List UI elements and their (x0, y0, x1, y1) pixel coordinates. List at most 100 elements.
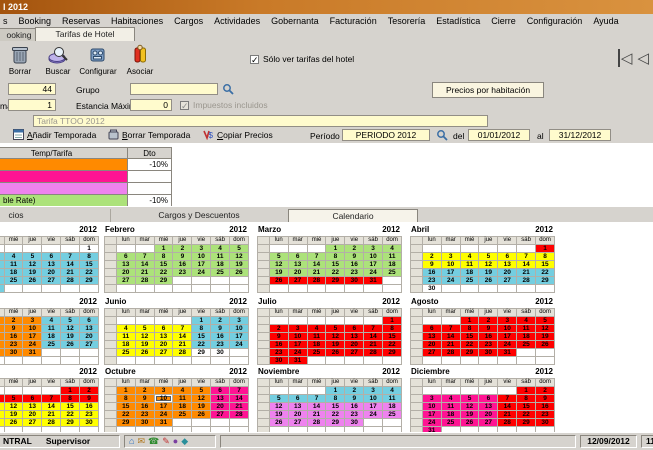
season-name-cell[interactable] (0, 183, 128, 195)
calendar-day-cell[interactable]: 19 (535, 332, 555, 341)
calendar-day-cell[interactable]: 27 (115, 276, 136, 285)
calendar-day-cell[interactable]: 23 (478, 340, 499, 349)
calendar-day-cell[interactable]: 11 (172, 394, 193, 403)
calendar-day-cell[interactable]: 27 (478, 418, 499, 427)
date-to-field[interactable]: 31/12/2012 (549, 129, 611, 141)
edit-icon[interactable]: ✎ (162, 437, 170, 446)
calendar-day-cell[interactable]: 12 (22, 260, 43, 269)
calendar-day-cell[interactable]: 23 (210, 340, 231, 349)
calendar-day-cell[interactable]: 22 (459, 340, 480, 349)
calendar-day-cell[interactable]: 28 (134, 276, 155, 285)
calendar-day-cell[interactable]: 20 (344, 340, 365, 349)
calendar-day-cell[interactable]: 10 (229, 324, 249, 333)
calendar-day-cell[interactable]: 3 (229, 316, 249, 325)
calendar-day-cell[interactable]: 27 (22, 418, 43, 427)
calendar-day-cell[interactable]: 19 (325, 340, 346, 349)
calendar-day-cell[interactable]: 22 (516, 410, 537, 419)
associate-button[interactable]: Asociar (120, 44, 160, 76)
calendar-day-cell[interactable]: 20 (79, 332, 99, 341)
calendar-day-cell[interactable]: 21 (363, 340, 384, 349)
calendar-day-cell[interactable]: 11 (306, 332, 327, 341)
only-hotel-rates-checkbox[interactable]: ✓ (250, 54, 259, 64)
calendar-day-cell[interactable]: 5 (134, 324, 155, 333)
calendar-day-cell[interactable]: 2 (210, 316, 231, 325)
calendar-day-cell[interactable]: 1 (60, 386, 81, 395)
calendar-day-cell[interactable]: 15 (535, 260, 555, 269)
calendar-day-cell[interactable]: 19 (268, 410, 289, 419)
calendar-day-cell[interactable]: 19 (229, 260, 249, 269)
calendar-day-cell[interactable]: 5 (229, 244, 249, 253)
calendar-day-cell[interactable]: 18 (382, 260, 402, 269)
calendar-day-cell[interactable]: 1 (325, 244, 346, 253)
calendar-day-cell[interactable]: 27 (153, 348, 174, 357)
calendar-day-cell[interactable]: 14 (229, 394, 249, 403)
calendar-day-cell[interactable]: 28 (363, 348, 384, 357)
tab-calendario[interactable]: Calendario (288, 209, 418, 223)
calendar-day-cell[interactable]: 21 (134, 268, 155, 277)
calendar-day-cell[interactable]: 21 (60, 268, 81, 277)
calendar-day-cell[interactable]: 19 (459, 410, 480, 419)
menu-item-cargos[interactable]: Cargos (174, 16, 203, 26)
calendar-day-cell[interactable]: 11 (41, 324, 62, 333)
calendar-day-cell[interactable]: 14 (497, 402, 518, 411)
calendar-day-cell[interactable]: 6 (115, 252, 136, 261)
calendar-day-cell[interactable]: 6 (22, 394, 43, 403)
calendar-day-cell[interactable]: 30 (478, 348, 499, 357)
calendar-day-cell[interactable]: 17 (153, 402, 174, 411)
calendar-day-cell[interactable]: 25 (382, 268, 402, 277)
menu-item-actividades[interactable]: Actividades (214, 16, 260, 26)
calendar-day-cell[interactable]: 7 (363, 324, 384, 333)
calendar-day-cell[interactable]: 26 (191, 410, 212, 419)
calendar-day-cell[interactable]: 9 (268, 332, 289, 341)
calendar-day-cell[interactable]: 12 (191, 394, 212, 403)
calendar-day-cell[interactable]: 29 (60, 418, 81, 427)
calendar-day-cell[interactable]: 27 (497, 276, 518, 285)
calendar-day-cell[interactable]: 25 (210, 268, 231, 277)
calendar-day-cell[interactable]: 14 (363, 332, 384, 341)
calendar-day-cell[interactable]: 14 (172, 332, 193, 341)
menu-item-booking[interactable]: Booking (19, 16, 52, 26)
calendar-day-cell[interactable]: 13 (421, 332, 442, 341)
calendar-day-cell[interactable]: 21 (440, 340, 461, 349)
calendar-day-cell[interactable]: 7 (41, 394, 62, 403)
calendar-day-cell[interactable]: 6 (344, 324, 365, 333)
calendar-day-cell[interactable]: 18 (459, 268, 480, 277)
calendar-day-cell[interactable]: 17 (363, 402, 384, 411)
calendar-day-cell[interactable]: 28 (306, 276, 327, 285)
calendar-day-cell[interactable]: 4 (459, 252, 480, 261)
calendar-day-cell[interactable]: 3 (440, 252, 461, 261)
calendar-day-cell[interactable]: 17 (363, 260, 384, 269)
calendar-day-cell[interactable]: 29 (516, 418, 537, 427)
calendar-day-cell[interactable]: 13 (153, 332, 174, 341)
calendar-day-cell[interactable]: 18 (306, 340, 327, 349)
calendar-day-cell[interactable]: 25 (3, 276, 24, 285)
calendar-day-cell[interactable]: 29 (153, 276, 174, 285)
calendar-day-cell[interactable]: 20 (287, 410, 308, 419)
calendar-day-cell[interactable]: 27 (41, 276, 62, 285)
calendar-day-cell[interactable]: 19 (60, 332, 81, 341)
calendar-day-cell[interactable]: 16 (134, 402, 155, 411)
calendar-day-cell[interactable]: 10 (497, 324, 518, 333)
calendar-day-cell[interactable]: 21 (41, 410, 62, 419)
calendar-day-cell[interactable]: 7 (60, 252, 81, 261)
calendar-day-cell[interactable]: 26 (60, 340, 81, 349)
calendar-day-cell[interactable]: 13 (210, 394, 231, 403)
calendar-day-cell[interactable]: 24 (363, 410, 384, 419)
calendar-day-cell[interactable]: 30 (421, 284, 442, 293)
calendar-day-cell[interactable]: 11 (115, 332, 136, 341)
calendar-day-cell[interactable]: 18 (516, 332, 537, 341)
calendar-day-cell[interactable]: 30 (344, 418, 365, 427)
calendar-day-cell[interactable]: 19 (134, 340, 155, 349)
calendar-day-cell[interactable]: 13 (344, 332, 365, 341)
calendar-day-cell[interactable]: 11 (3, 260, 24, 269)
calendar-day-cell[interactable]: 23 (421, 276, 442, 285)
menu-item-ayuda[interactable]: Ayuda (593, 16, 618, 26)
calendar-day-cell[interactable]: 17 (229, 332, 249, 341)
delete-button[interactable]: Borrar (0, 44, 40, 76)
menu-item-facturacin[interactable]: Facturación (330, 16, 377, 26)
calendar-day-cell[interactable]: 11 (382, 252, 402, 261)
calendar-day-cell[interactable]: 8 (535, 252, 555, 261)
calendar-day-cell[interactable]: 20 (478, 410, 499, 419)
calendar-day-cell[interactable]: 10 (363, 252, 384, 261)
calendar-day-cell[interactable]: 18 (41, 332, 62, 341)
